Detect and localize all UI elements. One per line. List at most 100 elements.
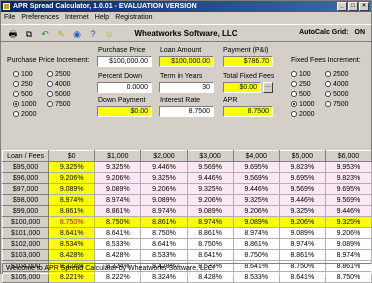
fees-increment-radio-2000[interactable]: 2000	[291, 111, 315, 119]
menu-internet[interactable]: Internet	[62, 14, 92, 21]
grid-column-header[interactable]: $4,000	[232, 150, 280, 162]
grid-cell[interactable]: 8.974%	[278, 238, 326, 250]
grid-cell[interactable]: 9.569%	[232, 172, 280, 184]
grid-cell[interactable]: 8.861%	[186, 227, 234, 239]
grid-column-header[interactable]: $0	[48, 150, 96, 162]
payment-field[interactable]: $786.70	[223, 56, 273, 67]
grid-cell[interactable]: 8.750%	[48, 216, 96, 228]
menu-help[interactable]: Help	[92, 14, 112, 21]
grid-cell[interactable]: 9.206%	[140, 183, 188, 195]
grid-cell[interactable]: 9.089%	[186, 205, 234, 217]
grid-cell[interactable]: 9.089%	[232, 216, 280, 228]
fees-increment-radio-7500[interactable]: 7500	[325, 101, 349, 109]
menu-preferences[interactable]: Preferences	[18, 14, 62, 21]
grid-cell[interactable]: 8.750%	[140, 227, 188, 239]
purchase-increment-radio-2500[interactable]: 2500	[47, 71, 71, 79]
grid-cell[interactable]: 8.974%	[232, 227, 280, 239]
grid-row-header[interactable]: $101,000	[1, 227, 50, 239]
grid-cell[interactable]: 8.974%	[48, 194, 96, 206]
grid-cell[interactable]: 8.974%	[324, 249, 372, 261]
apr-field[interactable]: 8.7500	[223, 106, 273, 117]
grid-cell[interactable]: 8.750%	[186, 238, 234, 250]
loan-amount-field[interactable]: $100,000.00	[159, 56, 214, 67]
grid-cell[interactable]: 8.974%	[94, 194, 142, 206]
purchase-increment-radio-7500[interactable]: 7500	[47, 101, 71, 109]
grid-cell[interactable]: 9.089%	[140, 194, 188, 206]
grid-row-header[interactable]: $97,000	[1, 183, 50, 195]
grid-cell[interactable]: 9.206%	[48, 172, 96, 184]
grid-cell[interactable]: 8.641%	[140, 238, 188, 250]
grid-cell[interactable]: 9.569%	[278, 183, 326, 195]
grid-cell[interactable]: 9.695%	[324, 183, 372, 195]
autocalc-toggle[interactable]: AutoCalc Grid: ON	[299, 29, 365, 36]
fees-increment-radio-5000[interactable]: 5000	[325, 91, 349, 99]
grid-cell[interactable]: 9.446%	[232, 183, 280, 195]
grid-row-header[interactable]: $102,000	[1, 238, 50, 250]
purchase-increment-radio-100[interactable]: 100	[13, 71, 33, 79]
fees-increment-radio-4000[interactable]: 4000	[325, 81, 349, 89]
grid-cell[interactable]: 9.325%	[278, 205, 326, 217]
grid-cell[interactable]: 9.446%	[140, 161, 188, 173]
grid-row-header[interactable]: $96,000	[1, 172, 50, 184]
grid-cell[interactable]: 9.325%	[324, 216, 372, 228]
grid-cell[interactable]: 9.089%	[94, 183, 142, 195]
grid-cell[interactable]: 9.089%	[278, 227, 326, 239]
fees-increment-radio-1000[interactable]: 1000	[291, 101, 315, 109]
fees-increment-radio-500[interactable]: 500	[291, 91, 311, 99]
grid-cell[interactable]: 9.823%	[324, 172, 372, 184]
purchase-increment-radio-5000[interactable]: 5000	[47, 91, 71, 99]
grid-cell[interactable]: 9.953%	[324, 161, 372, 173]
fees-increment-radio-2500[interactable]: 2500	[325, 71, 349, 79]
fees-increment-radio-250[interactable]: 250	[291, 81, 311, 89]
grid-cell[interactable]: 9.325%	[48, 161, 96, 173]
grid-cell[interactable]: 9.206%	[94, 172, 142, 184]
grid-cell[interactable]: 8.641%	[94, 227, 142, 239]
purchase-increment-radio-1000[interactable]: 1000	[13, 101, 37, 109]
grid-column-header[interactable]: $2,000	[140, 150, 188, 162]
purchase-price-field[interactable]: $100,000.00	[97, 56, 152, 67]
grid-row-header[interactable]: $99,000	[1, 205, 50, 217]
grid-cell[interactable]: 8.861%	[278, 249, 326, 261]
grid-cell[interactable]: 8.974%	[186, 216, 234, 228]
grid-cell[interactable]: 8.428%	[94, 249, 142, 261]
grid-cell[interactable]: 8.534%	[48, 238, 96, 250]
grid-cell[interactable]: 9.206%	[278, 216, 326, 228]
grid-cell[interactable]: 8.861%	[232, 238, 280, 250]
grid-cell[interactable]: 9.089%	[324, 238, 372, 250]
grid-cell[interactable]: 9.446%	[186, 172, 234, 184]
grid-cell[interactable]: 8.750%	[94, 216, 142, 228]
grid-cell[interactable]: 8.750%	[232, 249, 280, 261]
grid-cell[interactable]: 9.325%	[232, 194, 280, 206]
grid-cell[interactable]: 9.695%	[232, 161, 280, 173]
purchase-increment-radio-2000[interactable]: 2000	[13, 111, 37, 119]
grid-cell[interactable]: 8.641%	[186, 249, 234, 261]
minimize-button[interactable]: _	[337, 2, 347, 11]
grid-cell[interactable]: 8.861%	[94, 205, 142, 217]
grid-cell[interactable]: 9.695%	[278, 172, 326, 184]
grid-cell[interactable]: 9.569%	[186, 161, 234, 173]
grid-cell[interactable]: 9.325%	[186, 183, 234, 195]
grid-cell[interactable]: 9.823%	[278, 161, 326, 173]
purchase-increment-radio-250[interactable]: 250	[13, 81, 33, 89]
grid-column-header[interactable]: $6,000	[324, 150, 372, 162]
purchase-increment-radio-500[interactable]: 500	[13, 91, 33, 99]
grid-cell[interactable]: 8.428%	[48, 249, 96, 261]
grid-cell[interactable]: 9.206%	[232, 205, 280, 217]
interest-rate-field[interactable]: 8.7500	[159, 106, 214, 117]
grid-cell[interactable]: 8.974%	[140, 205, 188, 217]
percent-down-field[interactable]: 0.0000	[97, 82, 152, 93]
fees-increment-radio-100[interactable]: 100	[291, 71, 311, 79]
grid-column-header[interactable]: $3,000	[186, 150, 234, 162]
grid-cell[interactable]: 9.569%	[324, 194, 372, 206]
fees-dropdown-button[interactable]: …	[263, 82, 273, 93]
total-fixed-fees-field[interactable]: $0.00	[223, 82, 261, 93]
grid-row-header[interactable]: $98,000	[1, 194, 50, 206]
purchase-increment-radio-4000[interactable]: 4000	[47, 81, 71, 89]
maximize-button[interactable]: □	[348, 2, 358, 11]
grid-column-header[interactable]: $5,000	[278, 150, 326, 162]
grid-cell[interactable]: 8.861%	[140, 216, 188, 228]
menu-file[interactable]: File	[1, 14, 18, 21]
close-button[interactable]: ×	[359, 2, 369, 11]
grid-row-header[interactable]: $95,000	[1, 161, 50, 173]
grid-cell[interactable]: 9.446%	[278, 194, 326, 206]
